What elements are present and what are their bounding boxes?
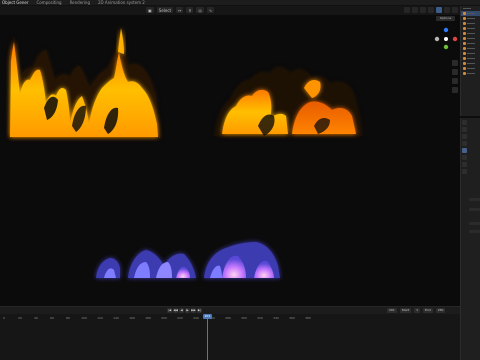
playhead-line[interactable] <box>207 319 208 360</box>
left-flame-group[interactable] <box>9 28 160 138</box>
select-mode-icon[interactable]: ▣ <box>146 7 154 13</box>
viewport-header: ▣ Select ↔ ⚲ ◎ ∿ <box>0 6 460 15</box>
render-tab-icon[interactable] <box>462 120 467 125</box>
pan-icon[interactable] <box>452 69 458 75</box>
blue-flame-group[interactable] <box>96 242 280 278</box>
camera-icon[interactable] <box>452 78 458 84</box>
timeline-editor: |◀ ◀◀ ◀ ▶ ▶▶ ▶| 201 Start 1 End 250 0 20 4… <box>0 306 460 360</box>
object-tab-icon[interactable] <box>462 148 467 153</box>
select-dropdown[interactable]: Select <box>156 7 174 13</box>
navigation-gizmo[interactable]: Options <box>432 15 458 51</box>
jump-end-button[interactable]: ▶| <box>197 308 202 313</box>
ruler-tick: 280 <box>225 316 231 320</box>
gizmo-neg-x-icon[interactable] <box>434 36 440 42</box>
ruler-tick: 160 <box>129 316 135 320</box>
ruler-tick: 0 <box>3 316 5 320</box>
tab-rendering[interactable]: Rendering <box>70 0 90 5</box>
property-field[interactable] <box>469 198 480 201</box>
ruler-tick: 140 <box>113 316 119 320</box>
select-label: Select <box>158 7 172 13</box>
start-label: Start <box>399 308 412 313</box>
tab-2d-animation[interactable]: 2D Animation system 2 <box>98 0 145 5</box>
snap-icon[interactable]: ⚲ <box>186 7 194 13</box>
shading-solid-icon[interactable] <box>436 7 442 13</box>
tab-object[interactable]: Object Gener <box>2 0 29 5</box>
ruler-tick: 240 <box>193 316 199 320</box>
jump-start-button[interactable]: |◀ <box>167 308 172 313</box>
ruler-tick: 340 <box>273 316 279 320</box>
property-field[interactable] <box>469 230 480 233</box>
physics-tab-icon[interactable] <box>462 162 467 167</box>
options-label: Options <box>439 16 452 20</box>
outliner-item[interactable] <box>461 71 480 76</box>
next-keyframe-button[interactable]: ▶▶ <box>191 308 196 313</box>
end-label: End <box>423 308 433 313</box>
frame-ruler[interactable]: 0 20 40 60 80 100 120 140 160 180 200 220 240 260 280 3… <box>0 316 460 322</box>
world-tab-icon[interactable] <box>462 141 467 146</box>
gizmo-x-icon[interactable] <box>452 36 458 42</box>
perspective-icon[interactable] <box>452 87 458 93</box>
transform-icon[interactable]: ↔ <box>176 7 184 13</box>
ruler-tick: 220 <box>177 316 183 320</box>
end-frame-field[interactable]: 250 <box>435 308 446 313</box>
xray-icon[interactable] <box>428 7 434 13</box>
ruler-tick: 60 <box>50 316 54 320</box>
prev-keyframe-button[interactable]: ◀◀ <box>173 308 178 313</box>
timeline-header: |◀ ◀◀ ◀ ▶ ▶▶ ▶| 201 Start 1 End 250 <box>0 307 460 314</box>
visibility-icon[interactable] <box>404 7 410 13</box>
zoom-icon[interactable] <box>452 60 458 66</box>
ruler-tick: 380 <box>305 316 311 320</box>
curve-icon[interactable]: ∿ <box>206 7 215 13</box>
gizmo-z-icon[interactable] <box>443 27 449 33</box>
proportional-icon[interactable]: ◎ <box>196 7 204 13</box>
gizmo-y-icon[interactable] <box>443 44 449 50</box>
overlay-icon[interactable] <box>420 7 426 13</box>
ruler-tick: 320 <box>257 316 263 320</box>
gizmo-center <box>444 37 448 41</box>
current-frame-field[interactable]: 201 <box>387 308 397 313</box>
properties-tabs <box>462 120 467 174</box>
properties-panel <box>460 118 480 360</box>
ruler-tick: 120 <box>97 316 103 320</box>
playback-controls: |◀ ◀◀ ◀ ▶ ▶▶ ▶| <box>167 308 202 313</box>
material-tab-icon[interactable] <box>462 169 467 174</box>
ruler-tick: 100 <box>81 316 87 320</box>
scene-tab-icon[interactable] <box>462 134 467 139</box>
ruler-tick: 80 <box>66 316 70 320</box>
timeline-body[interactable] <box>0 323 460 360</box>
property-field[interactable] <box>469 222 480 225</box>
output-tab-icon[interactable] <box>462 127 467 132</box>
ruler-tick: 180 <box>145 316 151 320</box>
ruler-tick: 360 <box>289 316 295 320</box>
ruler-tick: 300 <box>241 316 247 320</box>
3d-viewport[interactable] <box>0 15 460 306</box>
options-button[interactable]: Options <box>436 16 455 21</box>
property-field[interactable] <box>469 208 480 211</box>
start-frame-field[interactable]: 1 <box>414 308 420 313</box>
gizmo-toggle-icon[interactable] <box>412 7 418 13</box>
viewport-side-tools <box>452 60 458 93</box>
playhead-frame-badge[interactable]: 201 <box>203 314 212 319</box>
modifier-tab-icon[interactable] <box>462 155 467 160</box>
outliner-panel <box>460 6 480 116</box>
tab-compositing[interactable]: Compositing <box>37 0 62 5</box>
shading-rendered-icon[interactable] <box>452 7 458 13</box>
frame-range: 201 Start 1 End 250 <box>387 308 446 313</box>
right-flame-group[interactable] <box>215 67 362 136</box>
shading-material-icon[interactable] <box>444 7 450 13</box>
ruler-tick: 20 <box>18 316 22 320</box>
play-reverse-button[interactable]: ◀ <box>179 308 184 313</box>
ruler-tick: 200 <box>161 316 167 320</box>
flame-artwork <box>9 28 362 278</box>
ruler-tick: 40 <box>34 316 38 320</box>
play-icon[interactable]: ▶ <box>185 308 190 313</box>
